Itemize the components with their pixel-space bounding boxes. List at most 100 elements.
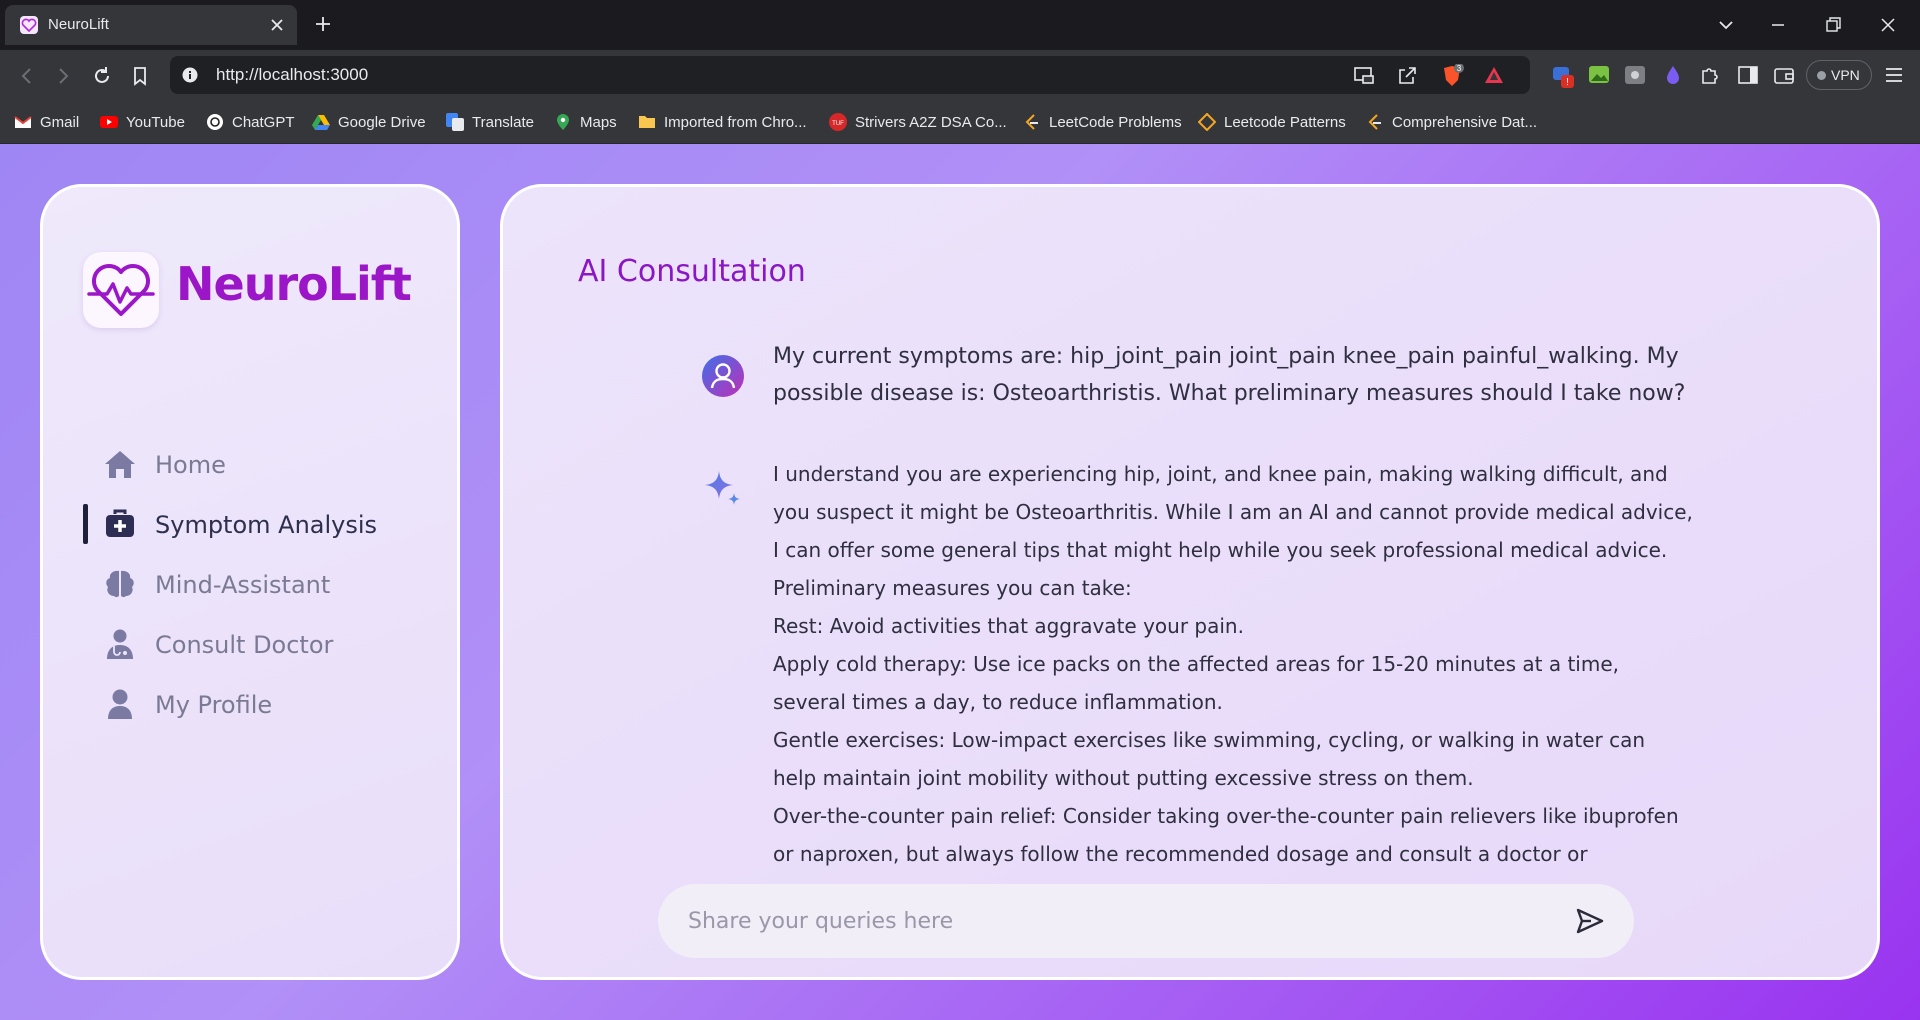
bookmark-leetcode-problems[interactable]: LeetCode Problems xyxy=(1023,111,1182,133)
back-icon[interactable] xyxy=(16,65,38,87)
bookmark-label: Gmail xyxy=(40,113,80,131)
nav-label: My Profile xyxy=(155,691,273,719)
heart-favicon-icon xyxy=(20,16,38,34)
bookmark-label: Leetcode Patterns xyxy=(1224,113,1346,131)
tab-title: NeuroLift xyxy=(48,16,109,33)
bookmark-label: Imported from Chro... xyxy=(664,113,807,131)
vpn-status-icon xyxy=(1817,71,1826,80)
nav-label: Mind-Assistant xyxy=(155,571,331,599)
bookmark-youtube[interactable]: YouTube xyxy=(100,111,185,133)
user-message: My current symptoms are: hip_joint_pain … xyxy=(773,344,1686,406)
browser-tab-strip: NeuroLift xyxy=(0,0,1920,50)
gmail-icon xyxy=(14,113,32,131)
extensions-puzzle-icon[interactable] xyxy=(1699,64,1721,86)
leetcode-patterns-icon xyxy=(1197,112,1217,132)
bookmark-chatgpt[interactable]: ChatGPT xyxy=(206,111,295,133)
bookmark-strivers[interactable]: TUF Strivers A2Z DSA Co... xyxy=(829,111,1007,133)
bookmark-maps[interactable]: Maps xyxy=(554,111,617,133)
brave-shields-icon[interactable]: 3 xyxy=(1440,63,1464,86)
brave-badge-count: 3 xyxy=(1457,64,1462,73)
nav-item-mind-assistant[interactable]: Mind-Assistant xyxy=(83,564,413,604)
bookmark-gmail[interactable]: Gmail xyxy=(14,111,79,133)
heartbeat-logo-icon xyxy=(83,252,159,328)
bookmark-folder-imported[interactable]: Imported from Chro... xyxy=(638,111,807,133)
extension-grey-icon[interactable] xyxy=(1624,64,1646,86)
maps-pin-icon xyxy=(554,113,572,131)
close-tab-icon[interactable] xyxy=(267,15,287,35)
ai-paragraph: Over-the-counter pain relief: Consider t… xyxy=(773,804,1679,866)
user-avatar-icon xyxy=(701,354,745,398)
youtube-icon xyxy=(100,113,118,131)
home-icon xyxy=(103,448,137,480)
nav-label: Symptom Analysis xyxy=(155,511,378,539)
bookmark-leetcode-patterns[interactable]: Leetcode Patterns xyxy=(1197,111,1346,133)
address-bar[interactable]: http://localhost:3000 3 xyxy=(170,56,1530,94)
medical-kit-icon xyxy=(103,508,137,540)
sidebar-toggle-icon[interactable] xyxy=(1737,64,1759,86)
forward-icon[interactable] xyxy=(52,65,74,87)
bookmark-label: YouTube xyxy=(126,113,185,131)
bookmark-comprehensive[interactable]: Comprehensive Dat... xyxy=(1366,111,1537,133)
leetcode-icon xyxy=(1023,113,1041,131)
site-info-icon[interactable] xyxy=(182,67,198,83)
bookmark-label: Strivers A2Z DSA Co... xyxy=(855,113,1007,131)
brand-name: NeuroLift xyxy=(176,257,412,311)
nav-item-my-profile[interactable]: My Profile xyxy=(83,684,413,724)
consultation-panel: AI Consultation My current symptoms are:… xyxy=(500,184,1880,980)
menu-icon[interactable] xyxy=(1883,64,1905,86)
share-icon[interactable] xyxy=(1396,64,1418,86)
svg-text:TUF: TUF xyxy=(832,121,844,127)
restore-icon[interactable] xyxy=(1822,14,1844,36)
nav-item-symptom-analysis[interactable]: Symptom Analysis xyxy=(83,504,413,544)
translate-icon xyxy=(446,113,464,131)
nav-item-home[interactable]: Home xyxy=(83,444,413,484)
bookmark-label: Translate xyxy=(472,113,534,131)
extension-drop-icon[interactable] xyxy=(1662,64,1684,86)
send-icon[interactable] xyxy=(1576,908,1604,934)
ai-paragraph: Rest: Avoid activities that aggravate yo… xyxy=(773,614,1244,638)
nav-item-consult-doctor[interactable]: Consult Doctor xyxy=(83,624,413,664)
browser-tab[interactable]: NeuroLift xyxy=(5,5,297,45)
leetcode-icon xyxy=(1366,113,1384,131)
bookmark-label: ChatGPT xyxy=(232,113,295,131)
reload-icon[interactable] xyxy=(91,65,113,87)
svg-text:!: ! xyxy=(1566,77,1569,88)
extension-notification-icon[interactable]: ! xyxy=(1551,64,1574,88)
nav-label: Home xyxy=(155,451,226,479)
app-background: NeuroLift Home Symptom Analysis Mind-Ass… xyxy=(0,144,1920,1020)
active-indicator xyxy=(83,504,88,544)
tab-search-chevron-icon[interactable] xyxy=(1715,14,1737,36)
vpn-button[interactable]: VPN xyxy=(1806,60,1872,90)
close-window-icon[interactable] xyxy=(1877,14,1899,36)
bookmark-google-drive[interactable]: Google Drive xyxy=(312,111,426,133)
bookmark-label: Google Drive xyxy=(338,113,426,131)
new-tab-icon[interactable] xyxy=(313,14,333,34)
wallet-icon[interactable] xyxy=(1773,64,1795,86)
nav-label: Consult Doctor xyxy=(155,631,334,659)
extension-image-icon[interactable] xyxy=(1588,64,1610,86)
bookmark-translate[interactable]: Translate xyxy=(446,111,534,133)
bookmark-label: Maps xyxy=(580,113,617,131)
gemini-sparkle-icon xyxy=(703,469,743,509)
brain-icon xyxy=(103,568,137,600)
brave-rewards-icon[interactable] xyxy=(1483,64,1505,86)
minimize-icon[interactable] xyxy=(1767,14,1789,36)
user-icon xyxy=(103,688,137,720)
ai-paragraph: Apply cold therapy: Use ice packs on the… xyxy=(773,652,1619,714)
chatgpt-icon xyxy=(206,113,224,131)
sidebar: NeuroLift Home Symptom Analysis Mind-Ass… xyxy=(40,184,460,980)
cast-icon[interactable] xyxy=(1353,64,1375,86)
ai-response: I understand you are experiencing hip, j… xyxy=(773,455,1693,867)
doctor-icon xyxy=(103,628,137,660)
bookmark-label: LeetCode Problems xyxy=(1049,113,1182,131)
strivers-icon: TUF xyxy=(829,113,847,131)
page-title: AI Consultation xyxy=(578,254,806,289)
ai-paragraph: I understand you are experiencing hip, j… xyxy=(773,462,1693,600)
query-input[interactable] xyxy=(688,903,1548,939)
url-text: http://localhost:3000 xyxy=(216,65,369,84)
bookmark-label: Comprehensive Dat... xyxy=(1392,113,1538,131)
bookmark-icon[interactable] xyxy=(129,65,151,87)
bookmarks-bar: Gmail YouTube ChatGPT Google Drive Trans… xyxy=(0,100,1920,144)
query-bar xyxy=(658,884,1634,958)
folder-icon xyxy=(638,113,656,131)
